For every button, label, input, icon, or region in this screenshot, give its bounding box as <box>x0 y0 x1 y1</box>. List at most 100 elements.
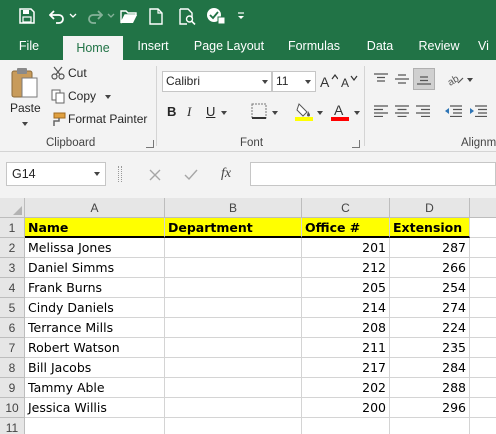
align-bottom-icon[interactable] <box>413 68 435 90</box>
underline-button[interactable]: U <box>206 104 215 119</box>
cancel-icon[interactable] <box>146 166 164 184</box>
decrease-font-size-icon[interactable]: A <box>341 72 359 90</box>
table-cell[interactable]: Daniel Simms <box>25 258 165 278</box>
fill-color-dropdown-icon[interactable] <box>317 111 323 115</box>
table-cell[interactable]: 224 <box>390 318 470 338</box>
table-cell[interactable]: Frank Burns <box>25 278 165 298</box>
header-cell[interactable]: Office # <box>302 218 390 238</box>
table-cell[interactable] <box>165 338 302 358</box>
increase-indent-icon[interactable] <box>468 102 488 120</box>
table-cell[interactable] <box>470 378 496 398</box>
bold-button[interactable]: B <box>167 104 176 119</box>
customize-qat-icon[interactable] <box>234 5 248 27</box>
orientation-icon[interactable]: ab <box>445 70 465 88</box>
tab-file[interactable]: File <box>8 32 50 60</box>
paste-dropdown-icon[interactable] <box>22 122 28 126</box>
column-header-a[interactable]: A <box>25 198 165 218</box>
formula-input[interactable] <box>250 162 496 186</box>
table-cell[interactable]: 202 <box>302 378 390 398</box>
table-cell[interactable] <box>302 418 390 434</box>
tab-home[interactable]: Home <box>63 36 123 60</box>
tab-formulas[interactable]: Formulas <box>283 32 345 60</box>
font-name-dropdown-icon[interactable] <box>262 80 268 84</box>
borders-dropdown-icon[interactable] <box>272 111 278 115</box>
header-cell[interactable]: Extension <box>390 218 470 238</box>
clipboard-launcher-icon[interactable] <box>146 140 154 148</box>
borders-icon[interactable] <box>250 102 268 120</box>
column-header-b[interactable]: B <box>165 198 302 218</box>
table-cell[interactable]: Tammy Able <box>25 378 165 398</box>
table-cell[interactable] <box>470 278 496 298</box>
paste-icon[interactable] <box>8 66 42 100</box>
table-cell[interactable]: 214 <box>302 298 390 318</box>
table-cell[interactable]: Robert Watson <box>25 338 165 358</box>
redo-icon[interactable] <box>84 5 106 27</box>
enter-icon[interactable] <box>182 166 200 184</box>
table-cell[interactable]: Jessica Willis <box>25 398 165 418</box>
column-header-c[interactable]: C <box>302 198 390 218</box>
row-header[interactable]: 11 <box>0 418 25 434</box>
row-header[interactable]: 3 <box>0 258 25 278</box>
table-cell[interactable]: 217 <box>302 358 390 378</box>
print-preview-icon[interactable] <box>176 5 198 27</box>
table-cell[interactable]: 266 <box>390 258 470 278</box>
table-cell[interactable] <box>25 418 165 434</box>
align-left-icon[interactable] <box>372 102 390 120</box>
select-all-corner[interactable] <box>0 198 25 218</box>
align-center-icon[interactable] <box>393 102 411 120</box>
font-size-dropdown-icon[interactable] <box>305 80 311 84</box>
table-cell[interactable]: 235 <box>390 338 470 358</box>
formula-bar-grip[interactable] <box>118 166 122 182</box>
row-header[interactable]: 6 <box>0 318 25 338</box>
align-right-icon[interactable] <box>414 102 432 120</box>
tab-page-layout[interactable]: Page Layout <box>188 32 270 60</box>
table-cell[interactable] <box>390 418 470 434</box>
header-cell[interactable]: Name <box>25 218 165 238</box>
table-cell[interactable]: 284 <box>390 358 470 378</box>
decrease-indent-icon[interactable] <box>443 102 463 120</box>
font-name-select[interactable]: Calibri <box>162 71 272 92</box>
open-folder-icon[interactable] <box>118 5 140 27</box>
copy-button[interactable]: Copy <box>68 89 96 103</box>
row-header[interactable]: 2 <box>0 238 25 258</box>
row-header[interactable]: 4 <box>0 278 25 298</box>
tab-review[interactable]: Review <box>414 32 464 60</box>
column-header-e[interactable] <box>470 198 496 218</box>
table-cell[interactable]: 288 <box>390 378 470 398</box>
row-header[interactable]: 10 <box>0 398 25 418</box>
table-cell[interactable]: 208 <box>302 318 390 338</box>
table-cell[interactable]: 201 <box>302 238 390 258</box>
table-cell[interactable] <box>470 238 496 258</box>
table-cell[interactable]: 211 <box>302 338 390 358</box>
font-color-icon[interactable]: A <box>330 101 350 121</box>
align-middle-icon[interactable] <box>393 70 411 88</box>
table-cell[interactable] <box>165 278 302 298</box>
tab-data[interactable]: Data <box>360 32 400 60</box>
table-cell[interactable] <box>165 298 302 318</box>
table-cell[interactable]: Terrance Mills <box>25 318 165 338</box>
row-header[interactable]: 1 <box>0 218 25 238</box>
row-header[interactable]: 8 <box>0 358 25 378</box>
copy-dropdown-icon[interactable] <box>105 95 111 99</box>
insert-function-icon[interactable]: fx <box>221 166 231 182</box>
table-cell[interactable] <box>165 238 302 258</box>
row-header[interactable]: 5 <box>0 298 25 318</box>
table-cell[interactable] <box>470 218 496 238</box>
cut-icon[interactable] <box>50 65 66 81</box>
copy-icon[interactable] <box>50 88 66 104</box>
undo-icon[interactable] <box>46 5 68 27</box>
table-cell[interactable] <box>470 398 496 418</box>
undo-dropdown-icon[interactable] <box>68 5 78 27</box>
orientation-dropdown-icon[interactable] <box>467 78 473 82</box>
table-cell[interactable] <box>165 358 302 378</box>
save-icon[interactable] <box>16 5 38 27</box>
table-cell[interactable]: 212 <box>302 258 390 278</box>
header-cell[interactable]: Department <box>165 218 302 238</box>
table-cell[interactable] <box>165 418 302 434</box>
table-cell[interactable] <box>470 298 496 318</box>
tab-view[interactable]: Vi <box>478 32 496 60</box>
table-cell[interactable] <box>165 258 302 278</box>
italic-button[interactable]: I <box>187 104 191 120</box>
table-cell[interactable] <box>470 258 496 278</box>
table-cell[interactable]: 200 <box>302 398 390 418</box>
